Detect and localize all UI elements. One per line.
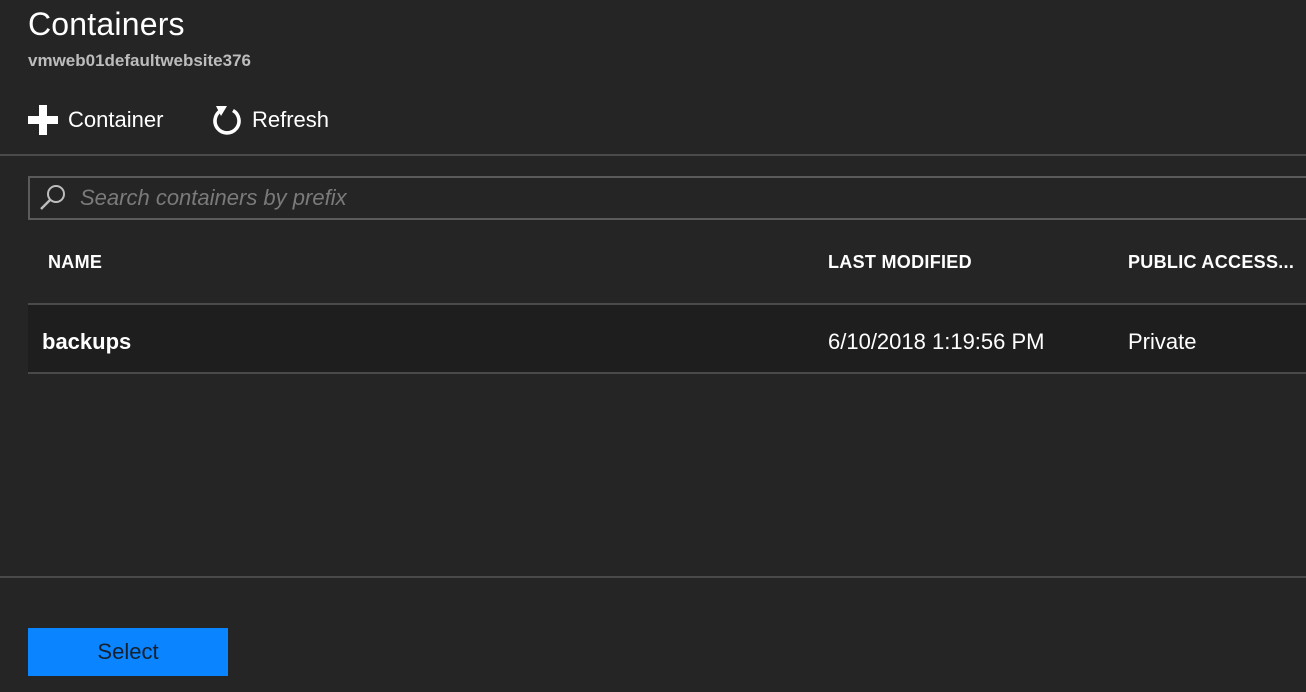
column-header-last-modified[interactable]: LAST MODIFIED	[828, 252, 972, 273]
refresh-icon	[210, 103, 244, 137]
toolbar-divider	[0, 154, 1306, 156]
refresh-label: Refresh	[252, 107, 330, 132]
container-name-cell: backups	[42, 329, 132, 354]
footer-divider	[0, 576, 1306, 578]
last-modified-cell: 6/10/2018 1:19:56 PM	[828, 329, 1045, 354]
add-container-label: Container	[68, 107, 164, 132]
page-title: Containers	[28, 6, 185, 42]
refresh-button[interactable]: Refresh	[210, 100, 329, 140]
containers-blade: Containers vmweb01defaultwebsite376 Cont…	[0, 0, 1306, 692]
storage-account-name: vmweb01defaultwebsite376	[28, 51, 251, 70]
public-access-cell: Private	[1128, 329, 1197, 354]
add-container-button[interactable]: Container	[26, 100, 163, 140]
table-row[interactable]: backups 6/10/2018 1:19:56 PM Private	[28, 303, 1306, 374]
search-icon	[38, 183, 68, 213]
column-header-name[interactable]: NAME	[48, 252, 102, 273]
plus-icon	[26, 103, 60, 137]
search-input[interactable]	[78, 184, 1306, 212]
select-button[interactable]: Select	[28, 628, 228, 676]
search-box[interactable]	[28, 176, 1306, 220]
column-header-public-access[interactable]: PUBLIC ACCESS...	[1128, 252, 1294, 273]
